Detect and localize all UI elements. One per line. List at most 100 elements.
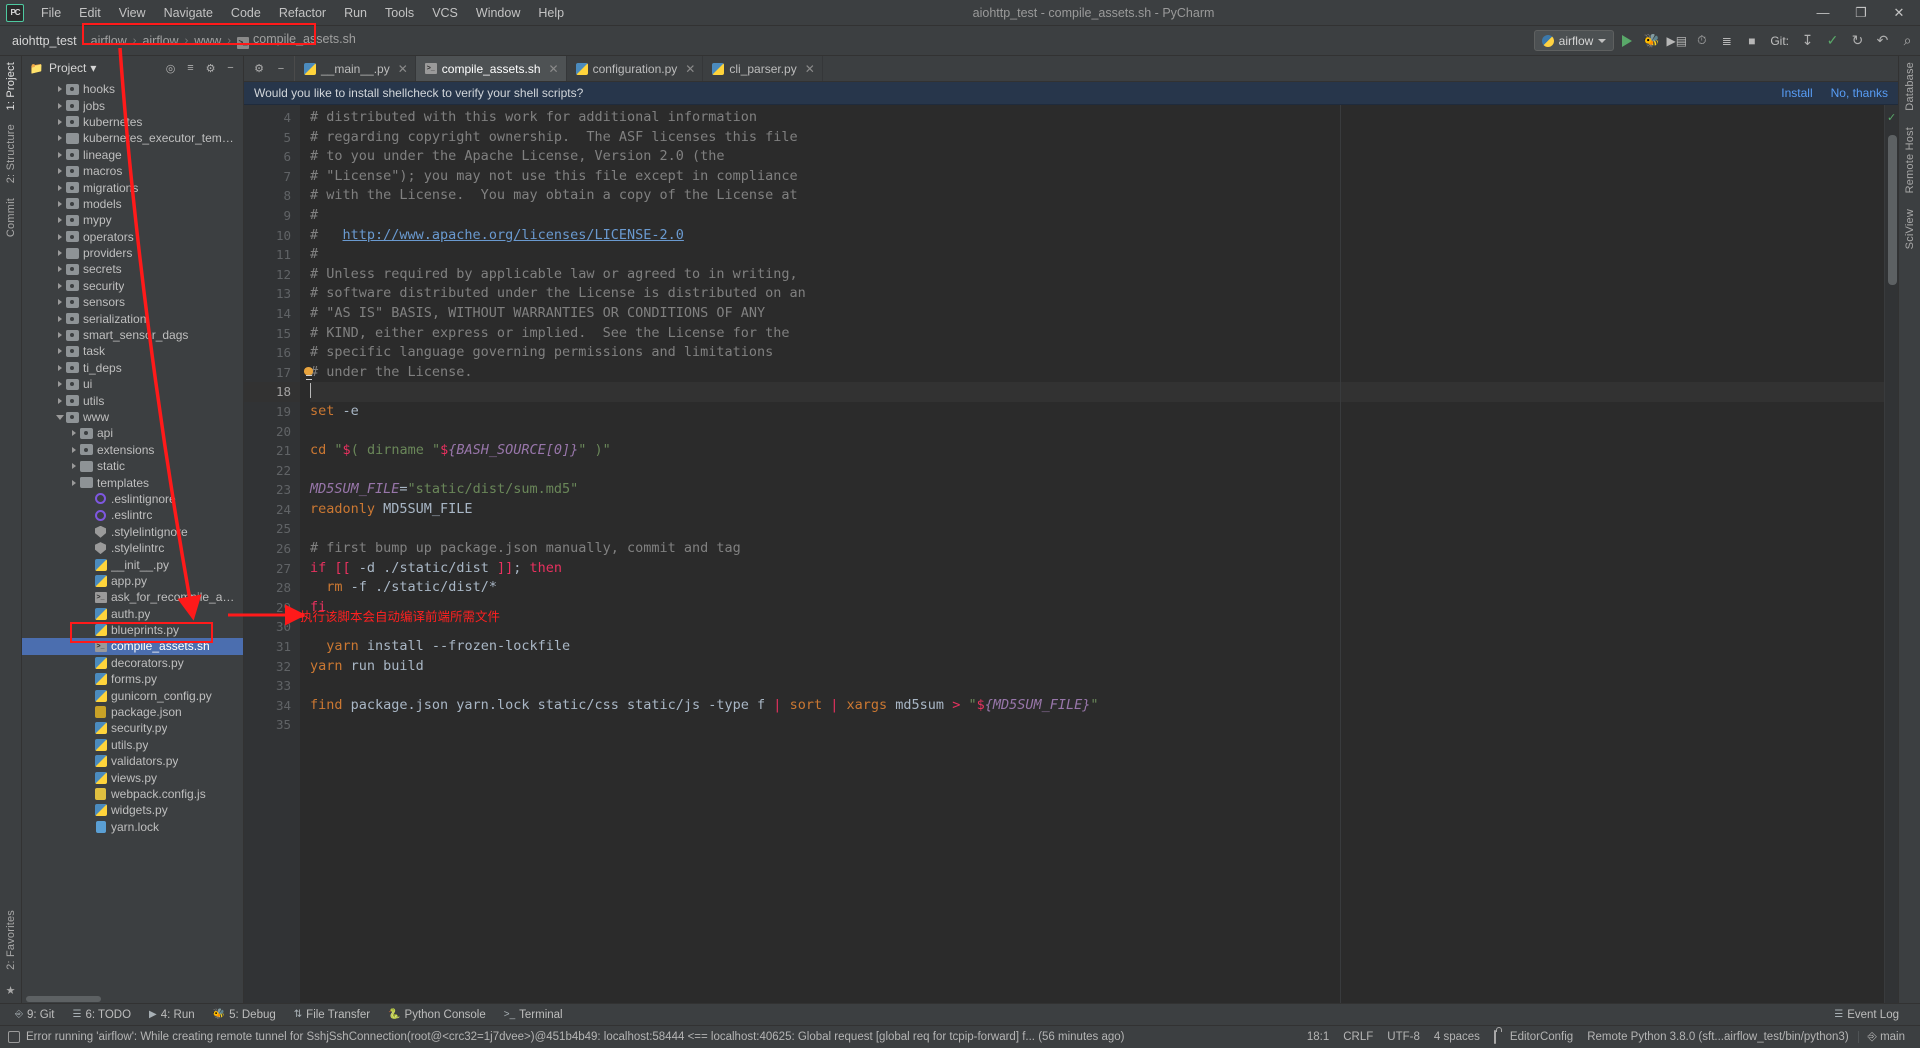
code-line[interactable]: # http://www.apache.org/licenses/LICENSE… bbox=[310, 226, 1884, 246]
tool-window-terminal[interactable]: >_ Terminal bbox=[495, 1007, 572, 1023]
code-line[interactable] bbox=[310, 617, 1884, 637]
profile-button[interactable]: ⏱ bbox=[1689, 28, 1714, 53]
select-opened-file-icon[interactable]: ◎ bbox=[162, 60, 179, 77]
chevron-right-icon[interactable] bbox=[54, 118, 66, 125]
code-line[interactable]: set -e bbox=[310, 402, 1884, 422]
line-number[interactable]: 29 bbox=[244, 598, 300, 618]
tool-window-run[interactable]: ▶ 4: Run bbox=[140, 1007, 204, 1023]
code-line[interactable]: find package.json yarn.lock static/css s… bbox=[310, 696, 1884, 716]
run-configuration-selector[interactable]: airflow bbox=[1533, 30, 1615, 51]
chevron-right-icon[interactable] bbox=[54, 348, 66, 355]
code-line[interactable]: yarn run build bbox=[310, 657, 1884, 677]
menu-window[interactable]: Window bbox=[467, 3, 529, 23]
close-icon[interactable]: ✕ bbox=[685, 62, 695, 76]
line-number[interactable]: 13 bbox=[244, 284, 300, 304]
line-number[interactable]: 20 bbox=[244, 422, 300, 442]
tree-node[interactable]: models bbox=[22, 196, 243, 212]
menu-navigate[interactable]: Navigate bbox=[155, 3, 222, 23]
code-line[interactable]: # first bump up package.json manually, c… bbox=[310, 539, 1884, 559]
line-number[interactable]: 32 bbox=[244, 657, 300, 677]
line-number[interactable]: 9 bbox=[244, 206, 300, 226]
line-number[interactable]: 10 bbox=[244, 226, 300, 246]
code-line[interactable]: rm -f ./static/dist/* bbox=[310, 578, 1884, 598]
tree-node[interactable]: .eslintignore bbox=[22, 491, 243, 507]
chevron-right-icon[interactable] bbox=[54, 217, 66, 224]
debug-button[interactable]: 🐝 bbox=[1639, 28, 1664, 53]
tree-node[interactable]: blueprints.py bbox=[22, 622, 243, 638]
tree-node[interactable]: .eslintrc bbox=[22, 507, 243, 523]
tree-node[interactable]: .stylelintignore bbox=[22, 524, 243, 540]
intention-bulb-icon[interactable] bbox=[304, 366, 313, 380]
tree-node[interactable]: validators.py bbox=[22, 753, 243, 769]
code-line[interactable] bbox=[310, 382, 1884, 402]
tree-node[interactable]: __init__.py bbox=[22, 556, 243, 572]
editor-settings-gear-icon[interactable]: ⚙ bbox=[250, 60, 268, 78]
tree-node[interactable]: migrations bbox=[22, 179, 243, 195]
code-line[interactable] bbox=[310, 715, 1884, 735]
menu-refactor[interactable]: Refactor bbox=[270, 3, 335, 23]
rail-item-remote-host[interactable]: Remote Host bbox=[1904, 127, 1916, 193]
run-coverage-button[interactable]: ▶▤ bbox=[1664, 28, 1689, 53]
chevron-right-icon[interactable] bbox=[54, 397, 66, 404]
tree-node[interactable]: security bbox=[22, 278, 243, 294]
chevron-right-icon[interactable] bbox=[54, 168, 66, 175]
code-line[interactable]: readonly MD5SUM_FILE bbox=[310, 500, 1884, 520]
chevron-right-icon[interactable] bbox=[54, 381, 66, 388]
chevron-right-icon[interactable] bbox=[54, 266, 66, 273]
menu-help[interactable]: Help bbox=[529, 3, 573, 23]
tree-node[interactable]: webpack.config.js bbox=[22, 786, 243, 802]
chevron-right-icon[interactable] bbox=[68, 446, 80, 453]
line-number[interactable]: 18 bbox=[244, 382, 300, 402]
code-line[interactable] bbox=[310, 519, 1884, 539]
tree-node[interactable]: yarn.lock bbox=[22, 819, 243, 835]
tree-node[interactable]: kubernetes bbox=[22, 114, 243, 130]
tree-node[interactable]: providers bbox=[22, 245, 243, 261]
line-number[interactable]: 25 bbox=[244, 519, 300, 539]
tool-window-python-console[interactable]: 🐍 Python Console bbox=[379, 1007, 495, 1023]
breadcrumb-item-airflow-2[interactable]: airflow bbox=[138, 32, 182, 50]
line-number[interactable]: 17 bbox=[244, 363, 300, 383]
tree-node[interactable]: widgets.py bbox=[22, 802, 243, 818]
chevron-right-icon[interactable] bbox=[54, 332, 66, 339]
chevron-right-icon[interactable] bbox=[54, 135, 66, 142]
tool-window-file-transfer[interactable]: ⇅ File Transfer bbox=[285, 1007, 379, 1023]
install-link[interactable]: Install bbox=[1781, 86, 1812, 100]
stop-button[interactable]: ■ bbox=[1739, 28, 1764, 53]
tree-node[interactable]: www bbox=[22, 409, 243, 425]
tree-node[interactable]: smart_sensor_dags bbox=[22, 327, 243, 343]
chevron-right-icon[interactable] bbox=[54, 184, 66, 191]
rail-item-database[interactable]: Database bbox=[1904, 62, 1916, 111]
line-number[interactable]: 28 bbox=[244, 578, 300, 598]
tree-node[interactable]: static bbox=[22, 458, 243, 474]
tree-node[interactable]: gunicorn_config.py bbox=[22, 687, 243, 703]
rail-item-structure[interactable]: 2: Structure bbox=[5, 124, 17, 183]
tree-node[interactable]: kubernetes_executor_templates bbox=[22, 130, 243, 146]
project-file-tree[interactable]: hooks jobs kubernetes kubernetes_executor_t… bbox=[22, 80, 243, 994]
line-number[interactable]: 12 bbox=[244, 265, 300, 285]
line-number[interactable]: 31 bbox=[244, 637, 300, 657]
editor-vertical-scrollbar[interactable] bbox=[1888, 135, 1897, 285]
close-icon[interactable]: ✕ bbox=[398, 62, 408, 76]
code-line[interactable]: # "AS IS" BASIS, WITHOUT WARRANTIES OR C… bbox=[310, 304, 1884, 324]
chevron-down-icon[interactable] bbox=[54, 414, 66, 420]
chevron-right-icon[interactable] bbox=[54, 233, 66, 240]
chevron-right-icon[interactable] bbox=[54, 151, 66, 158]
indent-setting[interactable]: 4 spaces bbox=[1427, 1031, 1487, 1043]
close-icon[interactable]: ✕ bbox=[805, 62, 815, 76]
line-number[interactable]: 21 bbox=[244, 441, 300, 461]
hide-panel-icon[interactable]: − bbox=[222, 60, 239, 77]
hide-editor-icon[interactable]: − bbox=[272, 60, 290, 78]
tree-node[interactable]: utils bbox=[22, 392, 243, 408]
line-number[interactable]: 19 bbox=[244, 402, 300, 422]
code-line[interactable]: # bbox=[310, 206, 1884, 226]
line-number[interactable]: 24 bbox=[244, 500, 300, 520]
chevron-right-icon[interactable] bbox=[54, 250, 66, 257]
chevron-right-icon[interactable] bbox=[68, 479, 80, 486]
tree-node[interactable]: views.py bbox=[22, 769, 243, 785]
line-number[interactable]: 14 bbox=[244, 304, 300, 324]
update-project-button[interactable]: ↧ bbox=[1795, 28, 1820, 53]
tree-node[interactable]: jobs bbox=[22, 97, 243, 113]
tree-node[interactable]: auth.py bbox=[22, 606, 243, 622]
minimize-button[interactable]: — bbox=[1804, 0, 1842, 25]
commit-button[interactable]: ✓ bbox=[1820, 28, 1845, 53]
